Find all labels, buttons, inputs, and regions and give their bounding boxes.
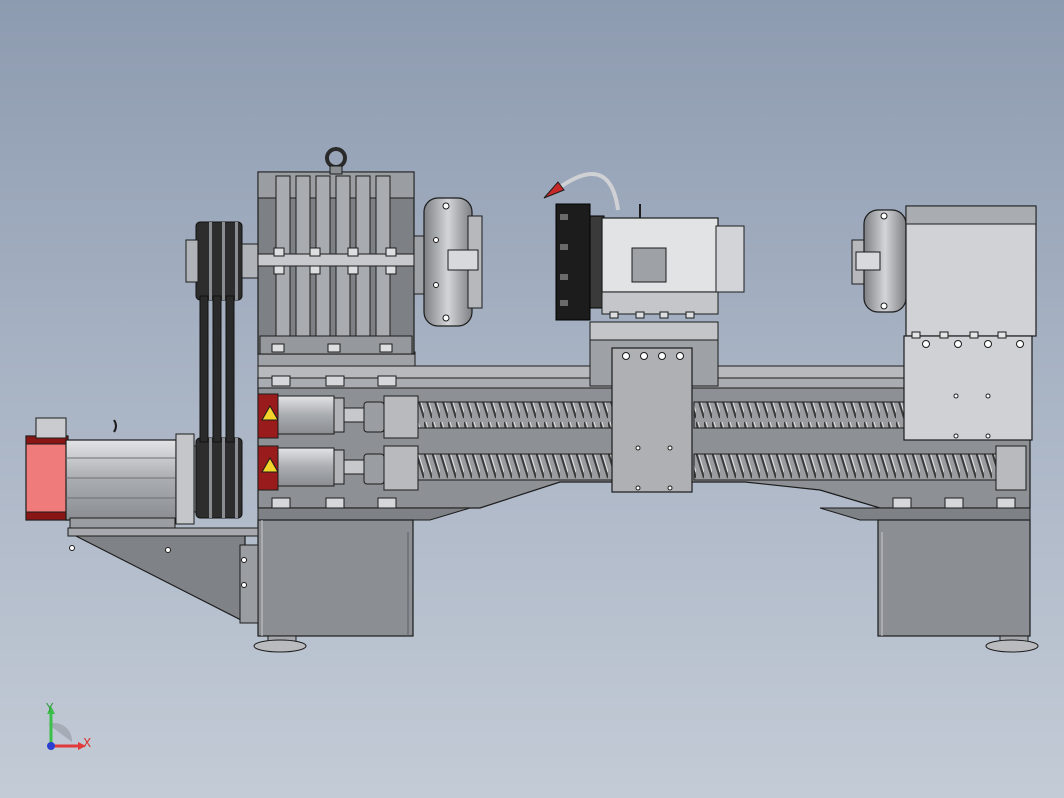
spindle-motor xyxy=(601,204,745,319)
cad-viewport[interactable]: X Y xyxy=(0,0,1064,798)
right-chuck xyxy=(851,209,907,313)
y-axis-label: Y xyxy=(45,701,54,715)
leveling-feet xyxy=(253,635,1039,653)
x-axis-label: X xyxy=(83,736,91,750)
v-belt-drive xyxy=(185,221,259,519)
main-motor xyxy=(25,417,195,529)
tailstock xyxy=(903,205,1037,441)
right-base-leg xyxy=(877,519,1031,637)
left-chuck xyxy=(413,197,483,327)
upper-servo-motor xyxy=(257,393,345,439)
coordinate-triad: X Y xyxy=(45,701,91,750)
headstock xyxy=(257,147,415,355)
lathe-drawing: X Y xyxy=(25,147,1039,750)
motor-mount-bracket xyxy=(67,527,259,624)
lower-servo-motor xyxy=(257,445,345,491)
z-axis-dot xyxy=(47,742,55,750)
left-base-leg xyxy=(257,519,414,637)
